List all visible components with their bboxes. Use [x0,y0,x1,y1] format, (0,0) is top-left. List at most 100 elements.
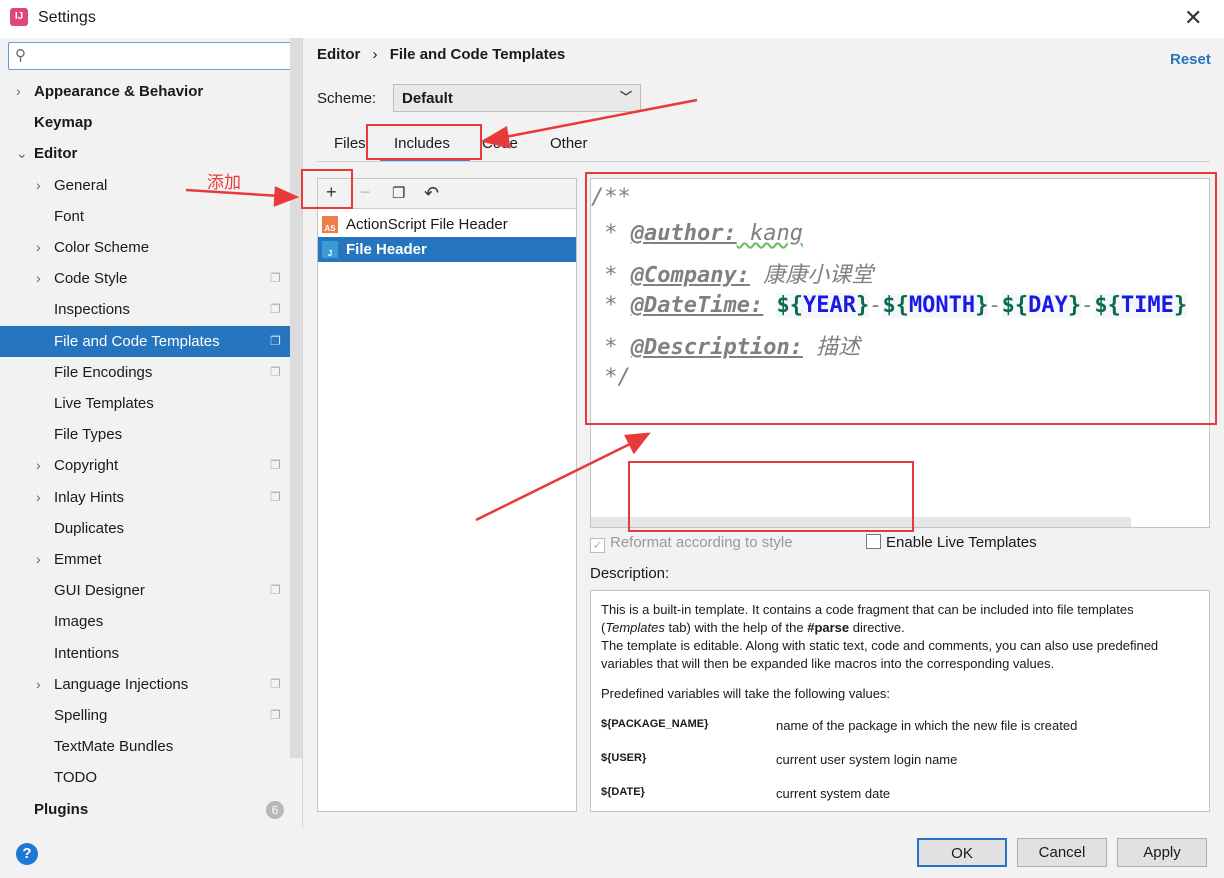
sidebar-item-editor[interactable]: ⌄ Editor [0,138,290,169]
code-line: * @Description: 描述 [591,335,861,360]
sidebar-item-textmate-bundles[interactable]: TextMate Bundles [0,731,290,762]
sidebar-item-gui-designer[interactable]: GUI Designer ❐ [0,575,290,606]
add-button[interactable]: + [326,182,337,203]
chevron-right-icon[interactable]: › [36,482,41,513]
tab-files[interactable]: Files [334,135,366,152]
scheme-select[interactable]: Default ﹀ [393,84,641,112]
sidebar-item-label: Color Scheme [54,239,150,256]
sidebar-item-code-style[interactable]: › Code Style ❐ [0,263,290,294]
sidebar-item-color-scheme[interactable]: › Color Scheme [0,232,290,263]
sidebar-item-label: GUI Designer [54,582,145,600]
editor-horizontal-scrollbar[interactable] [591,517,1131,527]
chevron-right-icon[interactable]: › [36,232,41,263]
list-item-selected[interactable]: J File Header [318,237,576,262]
sidebar-item-label: File Types [54,426,123,444]
sidebar-item-language-injections[interactable]: › Language Injections ❐ [0,669,290,700]
reset-link[interactable]: Reset [1170,51,1211,68]
scheme-label: Scheme: [317,90,377,107]
chevron-right-icon[interactable]: › [36,450,41,481]
sidebar-item-label: Images [54,613,104,631]
project-copy-icon: ❐ [270,708,281,722]
code-line: */ [591,365,631,390]
search-input[interactable]: ⚲ [8,42,296,70]
project-copy-icon: ❐ [270,302,281,317]
sidebar-item-inlay-hints[interactable]: › Inlay Hints ❐ [0,482,290,513]
sidebar-item-todo[interactable]: TODO [0,762,290,793]
sidebar-item-label: Language Injections [54,675,189,693]
project-copy-icon: ❐ [270,333,281,348]
help-button[interactable]: ? [16,843,38,865]
intellij-icon: IJ [10,8,28,26]
sidebar-item-appearance-behavior[interactable]: › Appearance & Behavior [0,76,290,107]
sidebar-item-label: General [54,176,108,194]
tab-includes[interactable]: Includes [394,135,450,152]
cancel-button[interactable]: Cancel [1017,838,1107,867]
sidebar-item-keymap[interactable]: Keymap [0,107,290,138]
project-copy-icon: ❐ [270,271,281,286]
close-icon[interactable]: ✕ [1184,5,1202,31]
variable-name: ${USER} [601,752,647,764]
sidebar-item-file-and-code-templates[interactable]: File and Code Templates ❐ [0,325,290,357]
sidebar-item-file-encodings[interactable]: File Encodings ❐ [0,357,290,388]
sidebar-item-label: TODO [54,769,98,787]
plugins-badge: 6 [266,800,284,819]
sidebar-item-file-types[interactable]: File Types [0,419,290,450]
sidebar-item-label: Duplicates [54,519,125,537]
enable-live-templates-checkbox[interactable]: Enable Live Templates [866,534,1037,551]
sidebar-item-images[interactable]: Images [0,606,290,637]
sidebar-item-label: Inlay Hints [54,488,125,506]
sidebar-item-label: Code Style [54,270,128,288]
chevron-right-icon[interactable]: › [16,76,21,107]
sidebar-scrollbar[interactable] [290,38,302,758]
breadcrumb-separator: › [372,46,378,63]
sidebar-item-live-templates[interactable]: Live Templates [0,388,290,419]
scheme-value: Default [402,90,453,107]
sidebar-item-label: Inspections [54,301,130,319]
chevron-right-icon[interactable]: › [36,669,41,700]
sidebar-item-font[interactable]: Font [0,201,290,232]
tab-code[interactable]: Code [482,135,518,152]
checkbox-icon [866,534,881,549]
description-intro: This is a built-in template. It contains… [601,602,1134,635]
sidebar-item-label: File and Code Templates [54,332,220,350]
sidebar-item-copyright[interactable]: › Copyright ❐ [0,450,290,481]
reformat-checkbox[interactable]: ✓ Reformat according to style [590,534,793,553]
sidebar-item-label: Plugins [34,800,89,818]
variable-name: ${DATE} [601,786,645,798]
code-line: * @DateTime: ${YEAR}-${MONTH}-${DAY}-${T… [591,293,1188,318]
sidebar-item-label: Font [54,207,85,225]
sidebar-item-emmet[interactable]: › Emmet [0,544,290,575]
template-editor[interactable]: /** * @author: kang * @Company: 康康小课堂 * … [590,178,1210,528]
chevron-right-icon[interactable]: › [36,170,41,201]
sidebar-item-intentions[interactable]: Intentions [0,638,290,669]
apply-button[interactable]: Apply [1117,838,1207,867]
checkbox-checked-icon: ✓ [590,538,605,553]
tab-other[interactable]: Other [550,135,588,152]
chevron-down-icon[interactable]: ⌄ [16,138,28,169]
tab-divider [317,161,1210,162]
description-label: Description: [590,565,670,582]
sidebar-item-spelling[interactable]: Spelling ❐ [0,700,290,731]
sidebar-item-label: Live Templates [54,395,154,412]
list-item[interactable]: AS ActionScript File Header [318,212,576,237]
breadcrumb-parent[interactable]: Editor [317,46,360,63]
java-file-icon: J [322,241,338,258]
sidebar-item-label: Intentions [54,644,120,662]
sidebar-item-inspections[interactable]: Inspections ❐ [0,294,290,325]
remove-button[interactable]: − [360,182,371,203]
template-list-panel: + − ❐ ↶ AS ActionScript File Header J Fi… [317,178,577,812]
sidebar-item-label: Spelling [54,707,108,724]
sidebar-item-duplicates[interactable]: Duplicates [0,513,290,544]
sidebar-item-plugins[interactable]: Plugins 6 [0,794,290,825]
variable-description: name of the package in which the new fil… [776,718,1078,733]
undo-icon[interactable]: ↶ [424,183,439,204]
copy-icon[interactable]: ❐ [392,184,405,202]
project-copy-icon: ❐ [270,489,281,504]
sidebar-item-general[interactable]: › General [0,170,290,201]
chevron-right-icon[interactable]: › [36,263,41,294]
chevron-right-icon[interactable]: › [36,544,41,575]
code-line: * @Company: 康康小课堂 [591,263,874,288]
ok-button[interactable]: OK [917,838,1007,867]
list-toolbar: + − ❐ ↶ [318,179,576,209]
search-icon: ⚲ [15,47,26,64]
